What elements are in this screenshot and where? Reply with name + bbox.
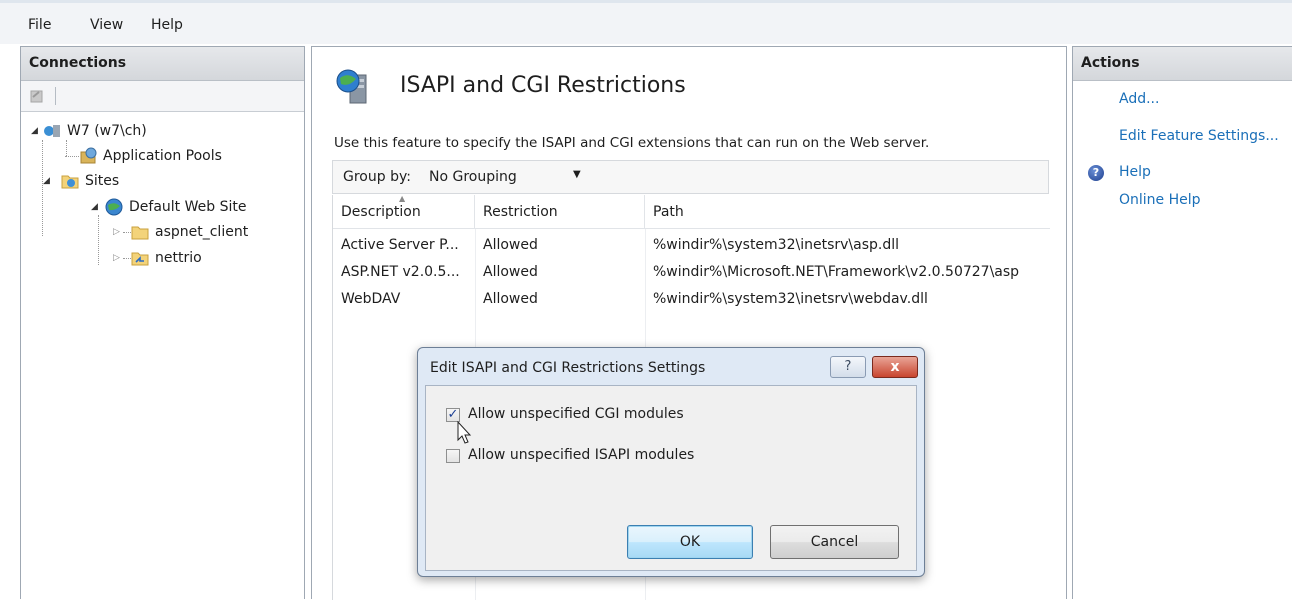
tree-item-nettrio[interactable]: ▷ nettrio bbox=[113, 247, 293, 269]
nettrio-label: nettrio bbox=[155, 250, 202, 266]
server-icon bbox=[43, 123, 61, 146]
online-help-link[interactable]: Online Help bbox=[1119, 192, 1201, 208]
cell-description: Active Server P... bbox=[341, 237, 459, 253]
feature-description: Use this feature to specify the ISAPI an… bbox=[334, 135, 930, 151]
dialog-help-button[interactable]: ? bbox=[830, 356, 866, 378]
collapse-arrow-icon[interactable]: ◢ bbox=[31, 120, 38, 142]
expand-arrow-icon[interactable]: ▷ bbox=[113, 247, 120, 269]
menu-help[interactable]: Help bbox=[151, 17, 183, 33]
connections-panel: Connections ◢ W7 (w7\ch) Application Poo… bbox=[20, 46, 305, 599]
tree-line bbox=[123, 232, 131, 233]
column-header-restriction[interactable]: Restriction bbox=[475, 195, 645, 229]
edit-feature-settings-link[interactable]: Edit Feature Settings... bbox=[1119, 128, 1279, 144]
tree-line bbox=[98, 215, 99, 265]
virtual-directory-icon bbox=[131, 250, 149, 273]
cell-description: WebDAV bbox=[341, 291, 401, 307]
aspnet-client-label: aspnet_client bbox=[155, 224, 249, 240]
dialog-body: ✓ Allow unspecified CGI modules Allow un… bbox=[425, 385, 917, 571]
allow-cgi-label[interactable]: Allow unspecified CGI modules bbox=[468, 406, 684, 422]
column-header-label: Description bbox=[341, 204, 421, 220]
cell-restriction: Allowed bbox=[483, 237, 538, 253]
mouse-cursor-icon bbox=[457, 420, 473, 449]
default-web-site-label: Default Web Site bbox=[129, 199, 247, 215]
isapi-cgi-feature-icon bbox=[334, 67, 372, 109]
tree-item-server[interactable]: ◢ W7 (w7\ch) bbox=[29, 120, 289, 142]
allow-cgi-checkbox[interactable]: ✓ bbox=[446, 408, 460, 422]
collapse-arrow-icon[interactable]: ◢ bbox=[91, 196, 98, 218]
connect-icon[interactable] bbox=[29, 88, 45, 104]
edit-settings-dialog: Edit ISAPI and CGI Restrictions Settings… bbox=[417, 347, 925, 577]
cancel-button[interactable]: Cancel bbox=[770, 525, 899, 559]
cell-path: %windir%\system32\inetsrv\asp.dll bbox=[653, 237, 900, 253]
menu-file[interactable]: File bbox=[28, 17, 51, 33]
page-title: ISAPI and CGI Restrictions bbox=[400, 73, 686, 98]
connections-header: Connections bbox=[21, 47, 304, 81]
tree-item-default-web-site[interactable]: ◢ Default Web Site bbox=[91, 196, 301, 218]
actions-header: Actions bbox=[1073, 47, 1292, 81]
group-by-select[interactable]: No Grouping bbox=[429, 169, 517, 185]
cell-description: ASP.NET v2.0.5... bbox=[341, 264, 460, 280]
help-link[interactable]: Help bbox=[1119, 164, 1151, 180]
server-label: W7 (w7\ch) bbox=[67, 123, 147, 139]
connections-toolbar bbox=[21, 81, 304, 112]
menu-view[interactable]: View bbox=[90, 17, 123, 33]
column-header-description[interactable]: Description ▲ bbox=[333, 194, 475, 229]
column-header-label: Path bbox=[653, 204, 684, 220]
actions-panel: Actions Add... Edit Feature Settings... … bbox=[1072, 46, 1292, 599]
ok-button[interactable]: OK bbox=[627, 525, 753, 559]
expand-arrow-icon[interactable]: ▷ bbox=[113, 221, 120, 243]
dialog-title: Edit ISAPI and CGI Restrictions Settings bbox=[430, 360, 706, 376]
allow-isapi-label[interactable]: Allow unspecified ISAPI modules bbox=[468, 447, 694, 463]
cell-path: %windir%\Microsoft.NET\Framework\v2.0.50… bbox=[653, 264, 1020, 280]
sort-ascending-icon: ▲ bbox=[399, 194, 406, 203]
sites-folder-icon bbox=[61, 173, 79, 196]
dialog-close-button[interactable]: x bbox=[872, 356, 918, 378]
help-icon: ? bbox=[1088, 165, 1104, 181]
column-header-path[interactable]: Path bbox=[645, 195, 1050, 229]
cell-restriction: Allowed bbox=[483, 264, 538, 280]
cell-restriction: Allowed bbox=[483, 291, 538, 307]
tree-line bbox=[123, 258, 131, 259]
toolbar-separator bbox=[55, 87, 56, 105]
collapse-arrow-icon[interactable]: ◢ bbox=[43, 170, 50, 192]
allow-isapi-checkbox[interactable] bbox=[446, 449, 460, 463]
app-pools-label: Application Pools bbox=[103, 148, 222, 164]
checkmark-icon: ✓ bbox=[447, 407, 459, 422]
app-pools-icon bbox=[79, 147, 99, 172]
add-link[interactable]: Add... bbox=[1119, 91, 1159, 107]
globe-icon bbox=[105, 198, 123, 223]
column-header-label: Restriction bbox=[483, 204, 558, 220]
folder-icon bbox=[131, 224, 149, 247]
group-by-bar: Group by: No Grouping ▼ bbox=[332, 160, 1049, 194]
tree-line bbox=[65, 156, 79, 157]
menu-bar: File View Help bbox=[0, 0, 1292, 44]
tree-item-aspnet-client[interactable]: ▷ aspnet_client bbox=[113, 221, 293, 243]
sites-label: Sites bbox=[85, 173, 120, 189]
dropdown-arrow-icon[interactable]: ▼ bbox=[573, 169, 581, 180]
tree-item-sites[interactable]: ◢ Sites bbox=[41, 170, 281, 192]
cell-path: %windir%\system32\inetsrv\webdav.dll bbox=[653, 291, 928, 307]
tree-item-app-pools[interactable]: Application Pools bbox=[65, 145, 295, 167]
